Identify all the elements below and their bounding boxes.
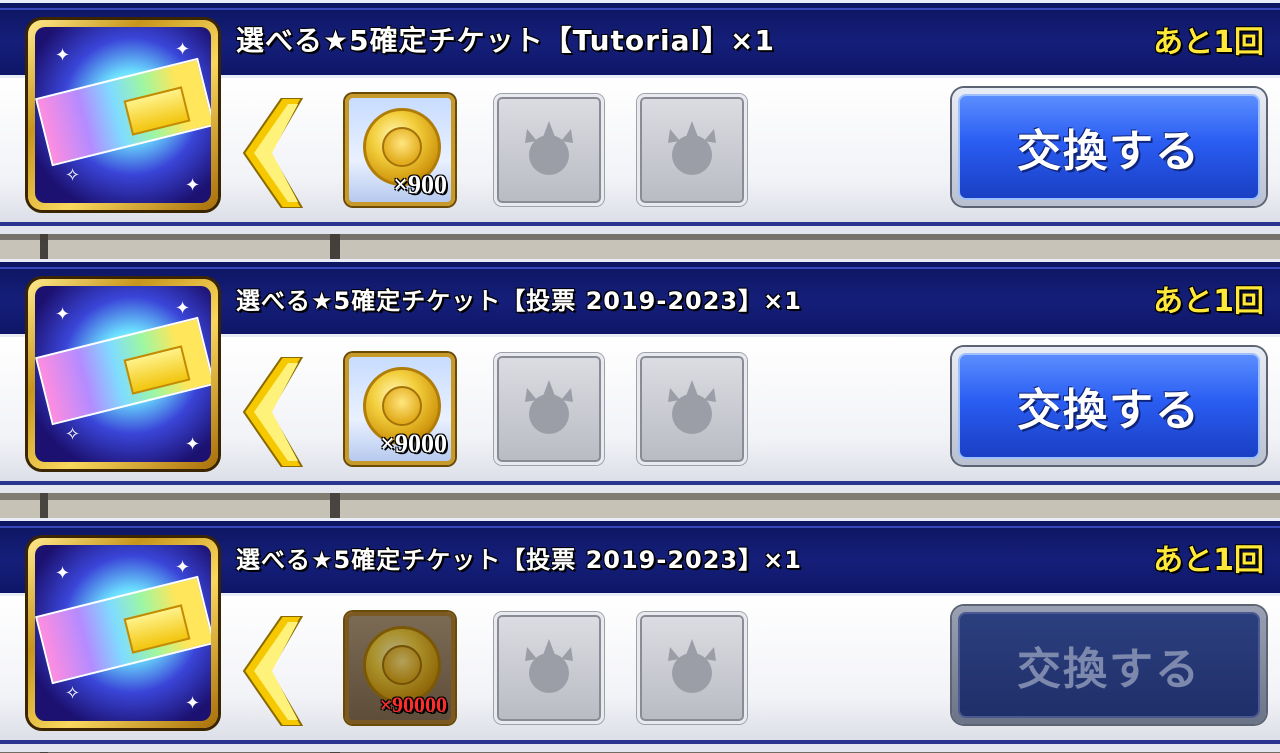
chevron-left-icon: [242, 98, 304, 208]
cost-coin-slot[interactable]: ×9000: [345, 353, 455, 465]
exchange-button-label: 交換する: [958, 353, 1260, 459]
exchange-row: 選べる★5確定チケット【投票 2019-2023】×1 あと1回 ✦ ✦ ✧ ✦…: [0, 259, 1280, 499]
ticket-icon[interactable]: ✦ ✦ ✧ ✦: [28, 20, 218, 210]
empty-slot: [494, 94, 604, 206]
chevron-left-icon: [242, 616, 304, 726]
cost-quantity: ×90000: [379, 692, 447, 717]
item-title: 選べる★5確定チケット【投票 2019-2023】×1: [236, 287, 802, 315]
exchange-button-label: 交換する: [958, 612, 1260, 718]
remaining-count: あと1回: [1153, 284, 1264, 319]
remaining-count: あと1回: [1153, 25, 1264, 60]
cost-quantity: ×900: [393, 170, 447, 199]
empty-slot: [637, 94, 747, 206]
paw-icon: [668, 639, 716, 693]
cost-quantity: ×9000: [380, 429, 447, 458]
chevron-left-icon: [242, 357, 304, 467]
ticket-icon[interactable]: ✦ ✦ ✧ ✦: [28, 279, 218, 469]
exchange-button[interactable]: 交換する: [952, 88, 1266, 206]
exchange-row: 選べる★5確定チケット【Tutorial】×1 あと1回 ✦ ✦ ✧ ✦ ×90…: [0, 0, 1280, 240]
exchange-row: 選べる★5確定チケット【投票 2019-2023】×1 あと1回 ✦ ✦ ✧ ✦…: [0, 518, 1280, 753]
paw-icon: [525, 639, 573, 693]
empty-slot: [494, 612, 604, 724]
paw-icon: [525, 380, 573, 434]
item-title: 選べる★5確定チケット【Tutorial】×1: [236, 24, 776, 57]
item-title: 選べる★5確定チケット【投票 2019-2023】×1: [236, 546, 802, 574]
exchange-button-label: 交換する: [958, 94, 1260, 200]
paw-icon: [525, 121, 573, 175]
empty-slot: [637, 612, 747, 724]
paw-icon: [668, 380, 716, 434]
empty-slot: [494, 353, 604, 465]
remaining-count: あと1回: [1153, 543, 1264, 578]
empty-slot: [637, 353, 747, 465]
cost-coin-slot[interactable]: ×90000: [345, 612, 455, 724]
paw-icon: [668, 121, 716, 175]
ticket-icon[interactable]: ✦ ✦ ✧ ✦: [28, 538, 218, 728]
exchange-button[interactable]: 交換する: [952, 347, 1266, 465]
cost-coin-slot[interactable]: ×900: [345, 94, 455, 206]
exchange-button-disabled[interactable]: 交換する: [952, 606, 1266, 724]
